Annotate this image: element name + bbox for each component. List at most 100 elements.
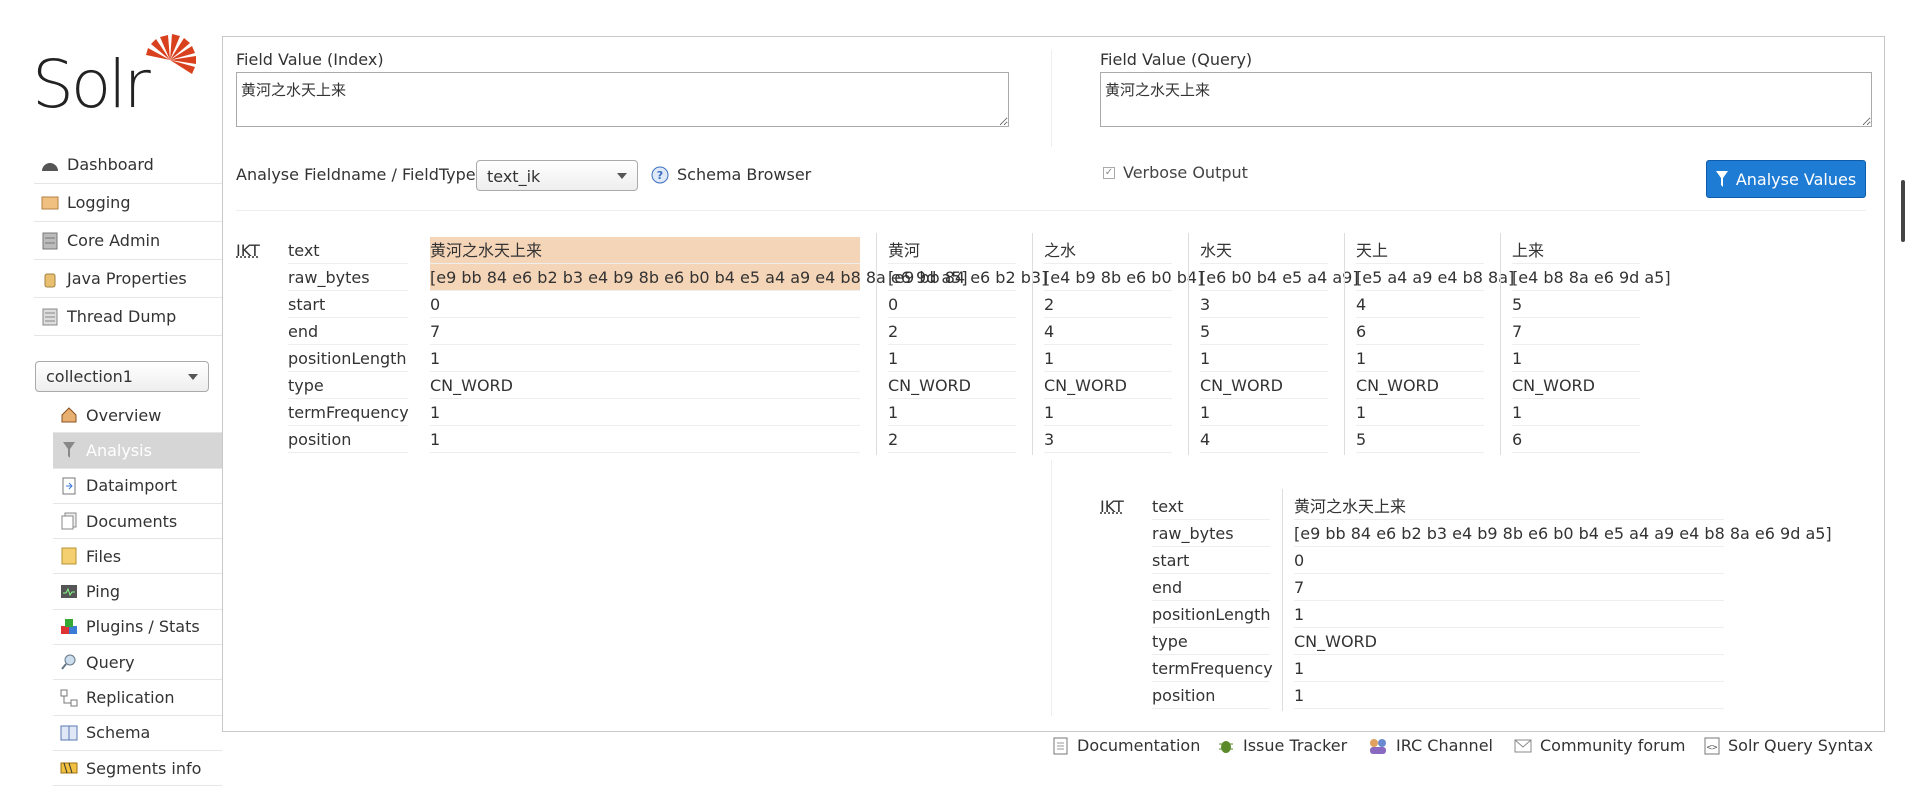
nav-dashboard[interactable]: Dashboard <box>34 146 222 184</box>
attribute-key: end <box>288 318 408 345</box>
nav-label: Plugins / Stats <box>86 617 200 637</box>
token-end-cell: 4 <box>1044 318 1172 345</box>
token-text-cell: 黄河 <box>888 237 1016 264</box>
schema-browser-label: Schema Browser <box>677 165 812 184</box>
fieldtype-value: text_ik <box>487 167 541 186</box>
funnel-icon <box>1715 171 1728 187</box>
document-icon <box>1053 737 1068 754</box>
logo-text: Solr <box>32 46 151 123</box>
token-termFrequency-cell: 1 <box>888 399 1016 426</box>
token-start-cell: 4 <box>1356 291 1484 318</box>
token-position-cell: 6 <box>1512 426 1640 453</box>
footer-label: IRC Channel <box>1396 736 1493 755</box>
query-icon <box>59 652 79 672</box>
syntax-icon: <> <box>1704 737 1720 754</box>
nav-label: Core Admin <box>67 231 161 250</box>
ping-icon <box>59 582 79 602</box>
core-nav-plugins[interactable]: Plugins / Stats <box>53 610 222 646</box>
chevron-down-icon <box>617 173 627 179</box>
token-end-cell: 7 <box>430 318 860 345</box>
nav-core-admin[interactable]: Core Admin <box>34 222 222 260</box>
footer-label: Community forum <box>1540 736 1686 755</box>
core-nav-overview[interactable]: Overview <box>53 398 222 434</box>
attribute-key: text <box>288 237 408 264</box>
solr-sun-icon <box>146 34 196 74</box>
footer-irc-link[interactable]: IRC Channel <box>1368 736 1493 755</box>
token-raw_bytes-cell: [e4 b8 8a e6 9d a5] <box>1512 264 1671 291</box>
footer-documentation-link[interactable]: Documentation <box>1053 736 1200 755</box>
verbose-output-toggle[interactable]: ✓ Verbose Output <box>1103 163 1248 182</box>
verbose-label: Verbose Output <box>1123 163 1248 182</box>
nav-label: Thread Dump <box>67 307 177 326</box>
footer-issue-tracker-link[interactable]: Issue Tracker <box>1217 736 1347 755</box>
token-termFrequency-cell: 1 <box>1044 399 1172 426</box>
token-end-cell: 7 <box>1294 574 1724 601</box>
svg-text:?: ? <box>657 169 663 182</box>
help-icon: ? <box>651 166 669 183</box>
token-positionLength-cell: 1 <box>888 345 1016 372</box>
column-separator <box>876 233 877 455</box>
token-start-cell: 0 <box>888 291 1016 318</box>
main-nav: Dashboard Logging Core Admin Java Proper… <box>34 146 222 336</box>
token-type-cell: CN_WORD <box>1294 628 1724 655</box>
dashboard-icon <box>40 155 60 175</box>
token-raw_bytes-cell: [e5 a4 a9 e4 b8 8a] <box>1356 264 1514 291</box>
token-type-cell: CN_WORD <box>1512 372 1640 399</box>
mail-icon <box>1514 739 1532 752</box>
scrollbar[interactable] <box>1901 180 1905 242</box>
nav-label: Dataimport <box>86 476 178 496</box>
logging-icon <box>40 193 60 213</box>
svg-text:<>: <> <box>1707 743 1718 753</box>
token-start-cell: 5 <box>1512 291 1640 318</box>
core-nav-documents[interactable]: Documents <box>53 504 222 540</box>
core-selector[interactable]: collection1 <box>35 361 209 392</box>
footer: Documentation Issue Tracker IRC Channel … <box>0 736 1905 766</box>
token-end-cell: 5 <box>1200 318 1328 345</box>
schema-browser-link[interactable]: ? Schema Browser <box>651 165 811 184</box>
footer-query-syntax-link[interactable]: <> Solr Query Syntax <box>1704 736 1873 755</box>
attribute-key: positionLength <box>288 345 408 372</box>
verbose-checkbox[interactable]: ✓ <box>1103 166 1115 179</box>
token-text-cell: 天上 <box>1356 237 1484 264</box>
core-nav-replication[interactable]: Replication <box>53 680 222 716</box>
fieldtype-select[interactable]: text_ik <box>476 160 638 191</box>
token-type-cell: CN_WORD <box>1356 372 1484 399</box>
tokenizer-label[interactable]: IKT <box>236 241 260 260</box>
thread-dump-icon <box>40 307 60 327</box>
token-start-cell: 0 <box>430 291 860 318</box>
irc-icon <box>1370 738 1386 754</box>
column-separator <box>1032 233 1033 455</box>
nav-java-properties[interactable]: Java Properties <box>34 260 222 298</box>
token-termFrequency-cell: 1 <box>1512 399 1640 426</box>
tokenizer-label[interactable]: IKT <box>1100 497 1124 516</box>
token-type-cell: CN_WORD <box>888 372 1016 399</box>
core-nav-ping[interactable]: Ping <box>53 574 222 610</box>
analyse-values-label: Analyse Values <box>1735 169 1857 189</box>
core-admin-icon <box>40 231 60 251</box>
attribute-key: position <box>288 426 408 453</box>
token-raw_bytes-cell: [e4 b9 8b e6 b0 b4] <box>1044 264 1203 291</box>
token-text-cell: 黄河之水天上来 <box>1294 493 1724 520</box>
core-nav-query[interactable]: Query <box>53 645 222 681</box>
solr-logo[interactable]: Solr <box>32 32 202 122</box>
token-position-cell: 2 <box>888 426 1016 453</box>
core-nav-files[interactable]: Files <box>53 539 222 575</box>
token-text-cell: 水天 <box>1200 237 1328 264</box>
core-nav-analysis[interactable]: Analysis <box>53 433 222 469</box>
query-field-textarea[interactable] <box>1100 72 1872 127</box>
token-text-cell: 上来 <box>1512 237 1640 264</box>
attribute-key: raw_bytes <box>288 264 408 291</box>
token-positionLength-cell: 1 <box>1512 345 1640 372</box>
token-positionLength-cell: 1 <box>1200 345 1328 372</box>
analyse-values-button[interactable]: Analyse Values <box>1706 160 1866 198</box>
token-start-cell: 3 <box>1200 291 1328 318</box>
nav-thread-dump[interactable]: Thread Dump <box>34 298 222 336</box>
folder-icon <box>59 546 79 566</box>
documents-icon <box>59 511 79 531</box>
attribute-key: start <box>1152 547 1270 574</box>
token-type-cell: CN_WORD <box>1044 372 1172 399</box>
core-nav-dataimport[interactable]: Dataimport <box>53 469 222 504</box>
footer-community-forum-link[interactable]: Community forum <box>1514 736 1685 755</box>
nav-logging[interactable]: Logging <box>34 184 222 222</box>
index-field-textarea[interactable] <box>236 72 1009 127</box>
